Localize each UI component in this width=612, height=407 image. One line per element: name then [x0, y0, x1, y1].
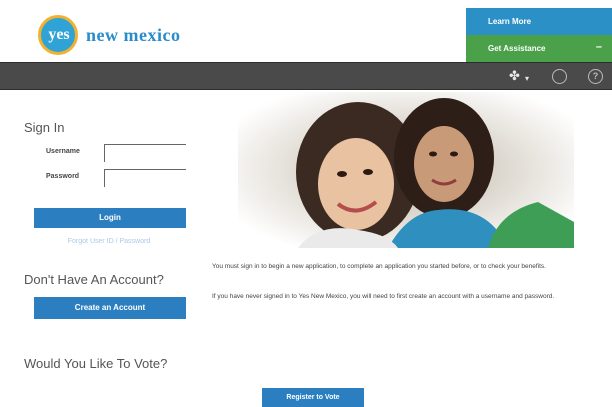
chevron-down-icon[interactable]: ▾	[525, 71, 529, 87]
help-icon[interactable]: ?	[588, 69, 603, 84]
hero-photo-image	[238, 92, 574, 248]
logo-name-text: new mexico	[86, 25, 181, 45]
hero-photo	[238, 92, 574, 248]
logo-yes-text: yes	[48, 26, 70, 43]
pin-icon[interactable]: ✤	[509, 68, 520, 84]
learn-more-label: Learn More	[488, 17, 532, 26]
forgot-password-link[interactable]: Forgot User ID / Password	[44, 238, 174, 245]
learn-more-button[interactable]: Learn More	[466, 8, 612, 35]
vote-heading: Would You Like To Vote?	[24, 356, 168, 371]
login-button[interactable]: Login	[34, 208, 186, 228]
page: yes new mexico Learn More Get Assistance…	[0, 0, 612, 407]
username-label: Username	[46, 148, 80, 155]
info-text-signin: You must sign in to begin a new applicat…	[212, 263, 546, 270]
get-assistance-label: Get Assistance	[488, 44, 546, 53]
password-field[interactable]	[104, 169, 186, 187]
get-assistance-button[interactable]: Get Assistance –	[466, 35, 612, 62]
no-account-heading: Don't Have An Account?	[24, 272, 164, 287]
username-field[interactable]	[104, 144, 186, 162]
collapse-icon[interactable]: –	[596, 41, 602, 53]
info-text-new-user: If you have never signed in to Yes New M…	[212, 293, 555, 300]
sign-in-heading: Sign In	[24, 120, 65, 135]
top-navbar: ✤ ▾ ?	[0, 62, 612, 90]
register-to-vote-button[interactable]: Register to Vote	[262, 388, 364, 407]
yes-new-mexico-logo[interactable]: yes new mexico	[36, 10, 196, 58]
password-label: Password	[46, 173, 80, 180]
create-account-button[interactable]: Create an Account	[34, 297, 186, 319]
chat-icon[interactable]	[552, 69, 567, 84]
